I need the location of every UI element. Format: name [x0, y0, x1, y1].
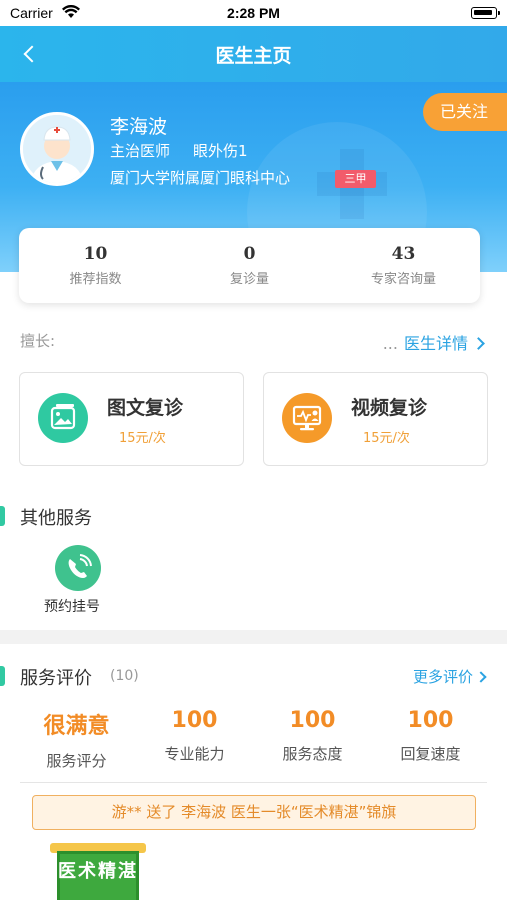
navigation-bar: 医生主页: [0, 26, 507, 82]
chevron-right-icon: [472, 337, 485, 350]
chevron-right-icon: [475, 671, 487, 683]
stat-consult-count: 43 专家咨询量: [327, 228, 480, 287]
score-professional: 100 专业能力: [136, 708, 253, 764]
stat-label: 推荐指数: [69, 272, 122, 287]
pennant-flag: 医术精湛: [50, 843, 146, 900]
section-marker: [0, 666, 5, 686]
score-value: 很满意: [43, 714, 110, 739]
stat-label: 复诊量: [229, 272, 269, 287]
pennant-banner: 游** 送了 李海波 医生一张“医术精湛”锦旗: [32, 795, 476, 830]
consult-name: 图文复诊: [107, 397, 184, 419]
more-reviews-link[interactable]: 更多评价: [412, 666, 487, 687]
video-consult-card[interactable]: 视频复诊 15元/次: [263, 372, 488, 466]
image-text-icon: [38, 393, 88, 443]
score-value: 100: [171, 708, 218, 733]
appointment-label[interactable]: 预约挂号: [44, 596, 100, 616]
score-response-speed: 100 回复速度: [372, 708, 489, 764]
divider: [20, 782, 487, 783]
expertise-label: 擅长:: [20, 332, 56, 350]
consult-price: 15元/次: [119, 431, 166, 446]
stat-value: 0: [243, 244, 256, 264]
doctor-detail-link[interactable]: ... 医生详情: [382, 330, 485, 354]
doctor-hospital: 厦门大学附属厦门眼科中心: [110, 169, 291, 187]
evaluation-count: (10): [110, 668, 139, 684]
doctor-title: 主治医师: [110, 142, 171, 160]
score-service-rating: 很满意 服务评分: [18, 708, 135, 771]
doctor-name: 李海波: [110, 116, 168, 138]
consult-name: 视频复诊: [351, 397, 428, 419]
stat-value: 43: [391, 244, 416, 264]
status-bar: Carrier 2:28 PM: [0, 0, 507, 26]
image-text-consult-card[interactable]: 图文复诊 15元/次: [19, 372, 244, 466]
score-value: 100: [289, 708, 336, 733]
doctor-department: 眼外伤1: [193, 142, 248, 160]
score-label: 专业能力: [164, 745, 225, 763]
evaluation-title: 服务评价: [20, 668, 92, 689]
expertise-ellipsis: ...: [382, 334, 398, 353]
score-attitude: 100 服务态度: [254, 708, 371, 764]
more-reviews-label: 更多评价: [412, 668, 473, 686]
phone-icon[interactable]: [55, 545, 101, 591]
section-marker: [0, 506, 5, 526]
doctor-avatar: [20, 112, 94, 186]
doctor-avatar-icon: [23, 115, 91, 183]
score-label: 服务评分: [46, 752, 107, 770]
battery-icon: [471, 7, 500, 19]
consult-price: 15元/次: [363, 431, 410, 446]
score-value: 100: [407, 708, 454, 733]
score-label: 回复速度: [400, 745, 461, 763]
stat-label: 专家咨询量: [370, 272, 436, 287]
follow-button[interactable]: 已关注: [423, 93, 507, 131]
page-title: 医生主页: [215, 45, 292, 67]
clock: 2:28 PM: [227, 5, 280, 21]
stat-value: 10: [83, 244, 108, 264]
other-services-title: 其他服务: [20, 508, 92, 529]
hospital-grade-badge: 三甲: [335, 170, 376, 188]
video-consult-icon: [282, 393, 332, 443]
stat-follow-up-count: 0 复诊量: [173, 228, 326, 287]
score-label: 服务态度: [282, 745, 343, 763]
stat-recommend-index: 10 推荐指数: [19, 228, 172, 287]
pennant-text: 医术精湛: [58, 861, 138, 882]
doctor-detail-label: 医生详情: [403, 334, 468, 353]
stats-card: 10 推荐指数 0 复诊量 43 专家咨询量: [19, 228, 480, 303]
section-divider: [0, 630, 507, 644]
